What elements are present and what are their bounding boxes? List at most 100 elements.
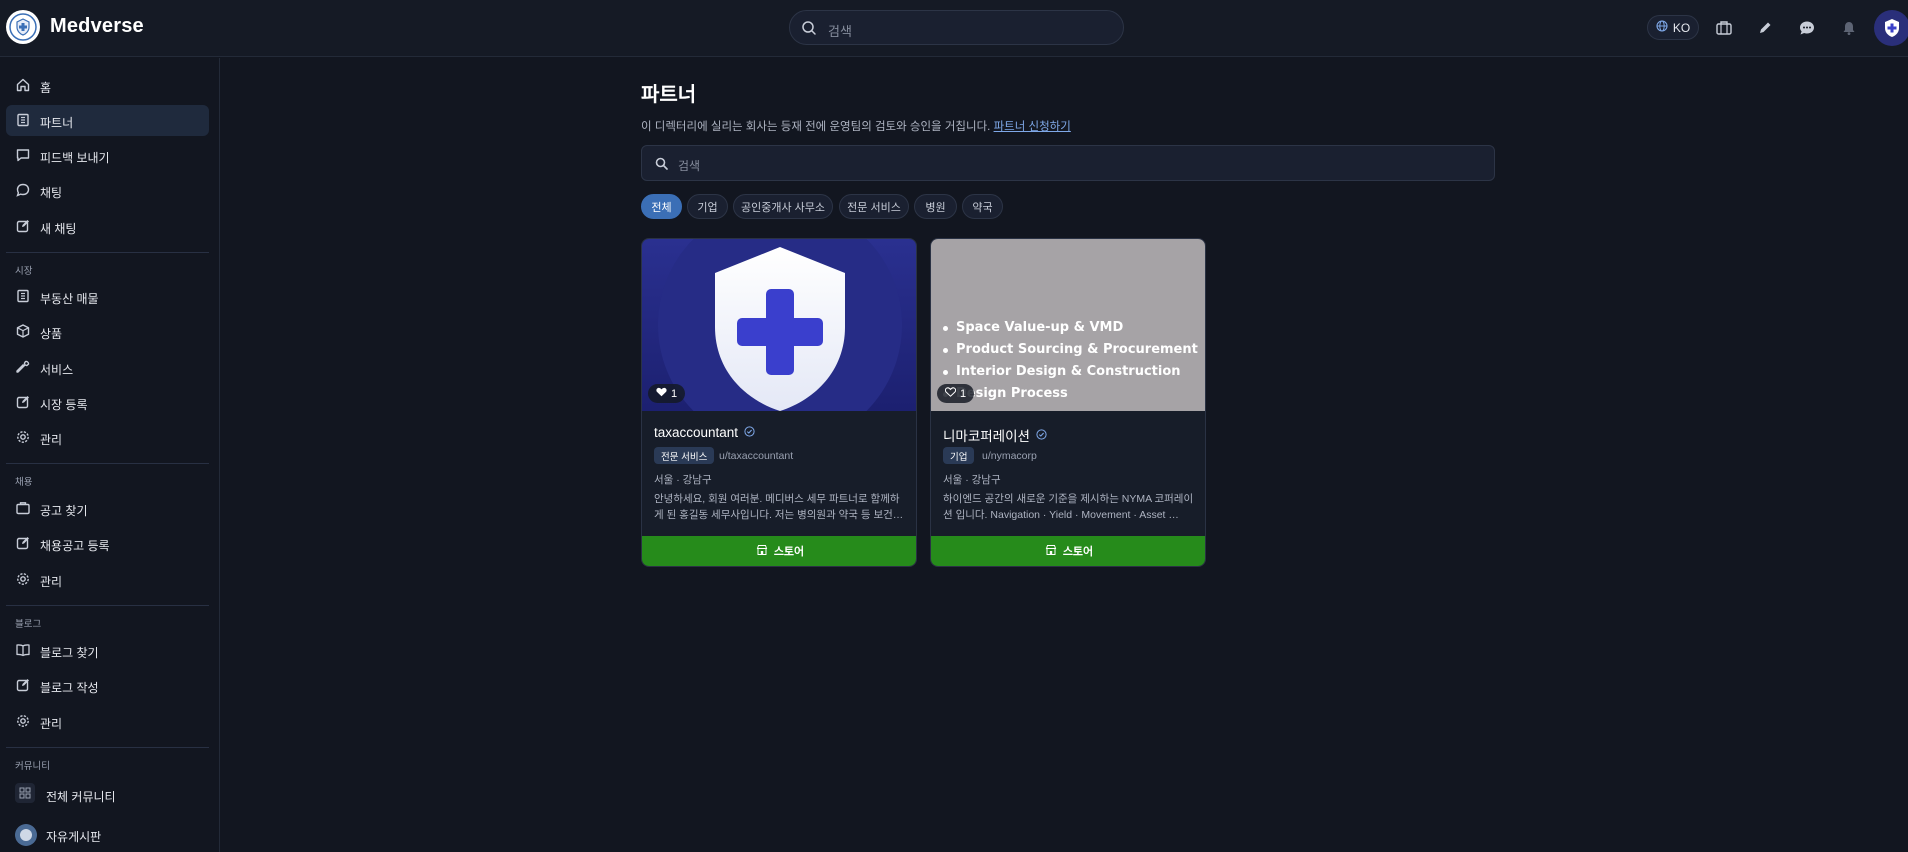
sidebar-item-write-blog[interactable]: 블로그 작성: [6, 670, 209, 701]
sidebar-item-label: 블로그 찾기: [40, 646, 99, 660]
partner-search-input[interactable]: 검색: [641, 145, 1495, 181]
sidebar-item-feedback[interactable]: 피드백 보내기: [6, 140, 209, 171]
partner-description: 하이엔드 공간의 새로운 기준을 제시하는 NYMA 코퍼레이션 입니다. Na…: [943, 493, 1194, 521]
like-count: 1: [960, 387, 967, 400]
sidebar-divider: [6, 605, 209, 606]
filter-chip-hospital[interactable]: 병원: [914, 194, 957, 219]
sidebar-item-services[interactable]: 서비스: [6, 352, 209, 383]
box-icon: [15, 323, 31, 339]
partner-location: 서울 · 강남구: [943, 474, 1001, 486]
sidebar: 홈 파트너 피드백 보내기 채팅 새 채팅 시장 부동산 매물 상품 서비스 시…: [0, 58, 220, 852]
top-bar: Medverse 검색 KO: [0, 0, 1908, 57]
description-text: 이 디렉터리에 실리는 회사는 등재 전에 운영팀의 검토와 승인을 거칩니다.: [641, 121, 991, 133]
sidebar-item-label: 시장 등록: [40, 398, 88, 412]
sidebar-item-find-blog[interactable]: 블로그 찾기: [6, 635, 209, 666]
image-text-line: Product Sourcing & Procurement: [943, 339, 1198, 361]
image-text-line: Design Process: [943, 383, 1198, 405]
language-selector[interactable]: KO: [1647, 15, 1699, 40]
page-description: 이 디렉터리에 실리는 회사는 등재 전에 운영팀의 검토와 승인을 거칩니다.…: [641, 118, 1071, 134]
sidebar-item-label: 관리: [40, 717, 63, 731]
section-title-market: 시장: [15, 266, 33, 277]
like-count-badge[interactable]: 1: [648, 384, 686, 403]
store-label: 스토어: [773, 546, 805, 558]
sidebar-item-label: 피드백 보내기: [40, 151, 110, 165]
filter-chip-all[interactable]: 전체: [641, 194, 682, 219]
sidebar-item-market-register[interactable]: 시장 등록: [6, 387, 209, 418]
edit-icon: [15, 677, 31, 693]
partner-handle: u/nymacorp: [982, 450, 1037, 462]
image-text-line: Space Value-up & VMD: [943, 317, 1198, 339]
partner-card-image: Space Value-up & VMD Product Sourcing & …: [931, 239, 1205, 411]
store-icon: [756, 544, 768, 559]
store-button[interactable]: 스토어: [931, 536, 1205, 566]
filter-chip-company[interactable]: 기업: [687, 194, 728, 219]
sidebar-item-products[interactable]: 상품: [6, 316, 209, 347]
brand-name[interactable]: Medverse: [50, 15, 144, 38]
sidebar-item-all-communities[interactable]: 전체 커뮤니티: [46, 788, 116, 805]
pencil-icon[interactable]: [1754, 17, 1776, 39]
sidebar-divider: [6, 463, 209, 464]
sidebar-item-market-manage[interactable]: 관리: [6, 422, 209, 453]
grid-icon: [15, 783, 35, 803]
sidebar-item-blog-manage[interactable]: 관리: [6, 706, 209, 737]
sidebar-item-new-chat[interactable]: 새 채팅: [6, 211, 209, 242]
section-title-community: 커뮤니티: [15, 761, 50, 772]
community-avatar: [15, 824, 37, 846]
filter-chip-pharmacy[interactable]: 약국: [962, 194, 1003, 219]
sidebar-item-home[interactable]: 홈: [6, 70, 209, 101]
building-icon: [15, 112, 31, 128]
book-icon: [15, 642, 31, 658]
language-label: KO: [1672, 20, 1691, 35]
partner-handle: u/taxaccountant: [719, 450, 794, 462]
apply-partner-link[interactable]: 파트너 신청하기: [994, 121, 1071, 133]
partner-description: 안녕하세요, 회원 여러분. 메디버스 세무 파트너로 함께하게 된 홍길동 세…: [654, 493, 903, 521]
verified-icon: [744, 425, 755, 440]
sidebar-item-label: 관리: [40, 433, 63, 447]
globe-icon: [1656, 20, 1668, 35]
partner-card[interactable]: 1 taxaccountant 전문 서비스 u/taxaccountant 서…: [641, 238, 917, 567]
sidebar-item-free-board[interactable]: 자유게시판: [46, 828, 101, 845]
sidebar-item-jobs-manage[interactable]: 관리: [6, 564, 209, 595]
edit-icon: [15, 218, 31, 234]
user-avatar[interactable]: [1874, 10, 1908, 46]
gear-icon: [15, 713, 31, 729]
store-icon: [1045, 544, 1057, 559]
store-label: 스토어: [1062, 546, 1094, 558]
message-square-icon: [15, 147, 31, 163]
home-icon: [15, 77, 31, 93]
sidebar-item-label: 부동산 매물: [40, 292, 99, 306]
sidebar-item-post-job[interactable]: 채용공고 등록: [6, 528, 209, 559]
sidebar-item-label: 채용공고 등록: [40, 539, 110, 553]
global-search-input[interactable]: 검색: [789, 10, 1124, 45]
gear-icon: [15, 429, 31, 445]
chat-icon[interactable]: [1796, 17, 1818, 39]
wrench-icon: [15, 359, 31, 375]
sidebar-item-real-estate[interactable]: 부동산 매물: [6, 281, 209, 312]
filter-chip-realtor[interactable]: 공인중개사 사무소: [733, 194, 833, 219]
edit-icon: [15, 394, 31, 410]
filter-chip-professional[interactable]: 전문 서비스: [839, 194, 909, 219]
medverse-logo[interactable]: [6, 10, 40, 44]
partner-card[interactable]: Space Value-up & VMD Product Sourcing & …: [930, 238, 1206, 567]
partner-name-text: 니마코퍼레이션: [943, 429, 1030, 444]
heart-icon: [656, 387, 667, 400]
partner-name[interactable]: taxaccountant: [654, 425, 755, 440]
sidebar-item-find-jobs[interactable]: 공고 찾기: [6, 493, 209, 524]
like-count-badge[interactable]: 1: [937, 384, 975, 403]
image-text-line: Interior Design & Construction: [943, 361, 1198, 383]
partner-name[interactable]: 니마코퍼레이션: [943, 425, 1047, 445]
sidebar-item-chat[interactable]: 채팅: [6, 175, 209, 206]
sidebar-item-partners[interactable]: 파트너: [6, 105, 209, 136]
bell-icon[interactable]: [1838, 17, 1860, 39]
sidebar-item-label: 공고 찾기: [40, 504, 88, 518]
global-search-placeholder: 검색: [828, 24, 852, 39]
verified-icon: [1036, 428, 1047, 443]
sidebar-item-label: 블로그 작성: [40, 681, 99, 695]
section-title-blog: 블로그: [15, 619, 42, 630]
category-badge: 기업: [943, 447, 975, 464]
gear-icon: [15, 571, 31, 587]
store-button[interactable]: 스토어: [642, 536, 916, 566]
search-icon: [801, 20, 817, 41]
image-text-lines: Space Value-up & VMD Product Sourcing & …: [943, 317, 1198, 405]
briefcase-icon[interactable]: [1713, 17, 1735, 39]
